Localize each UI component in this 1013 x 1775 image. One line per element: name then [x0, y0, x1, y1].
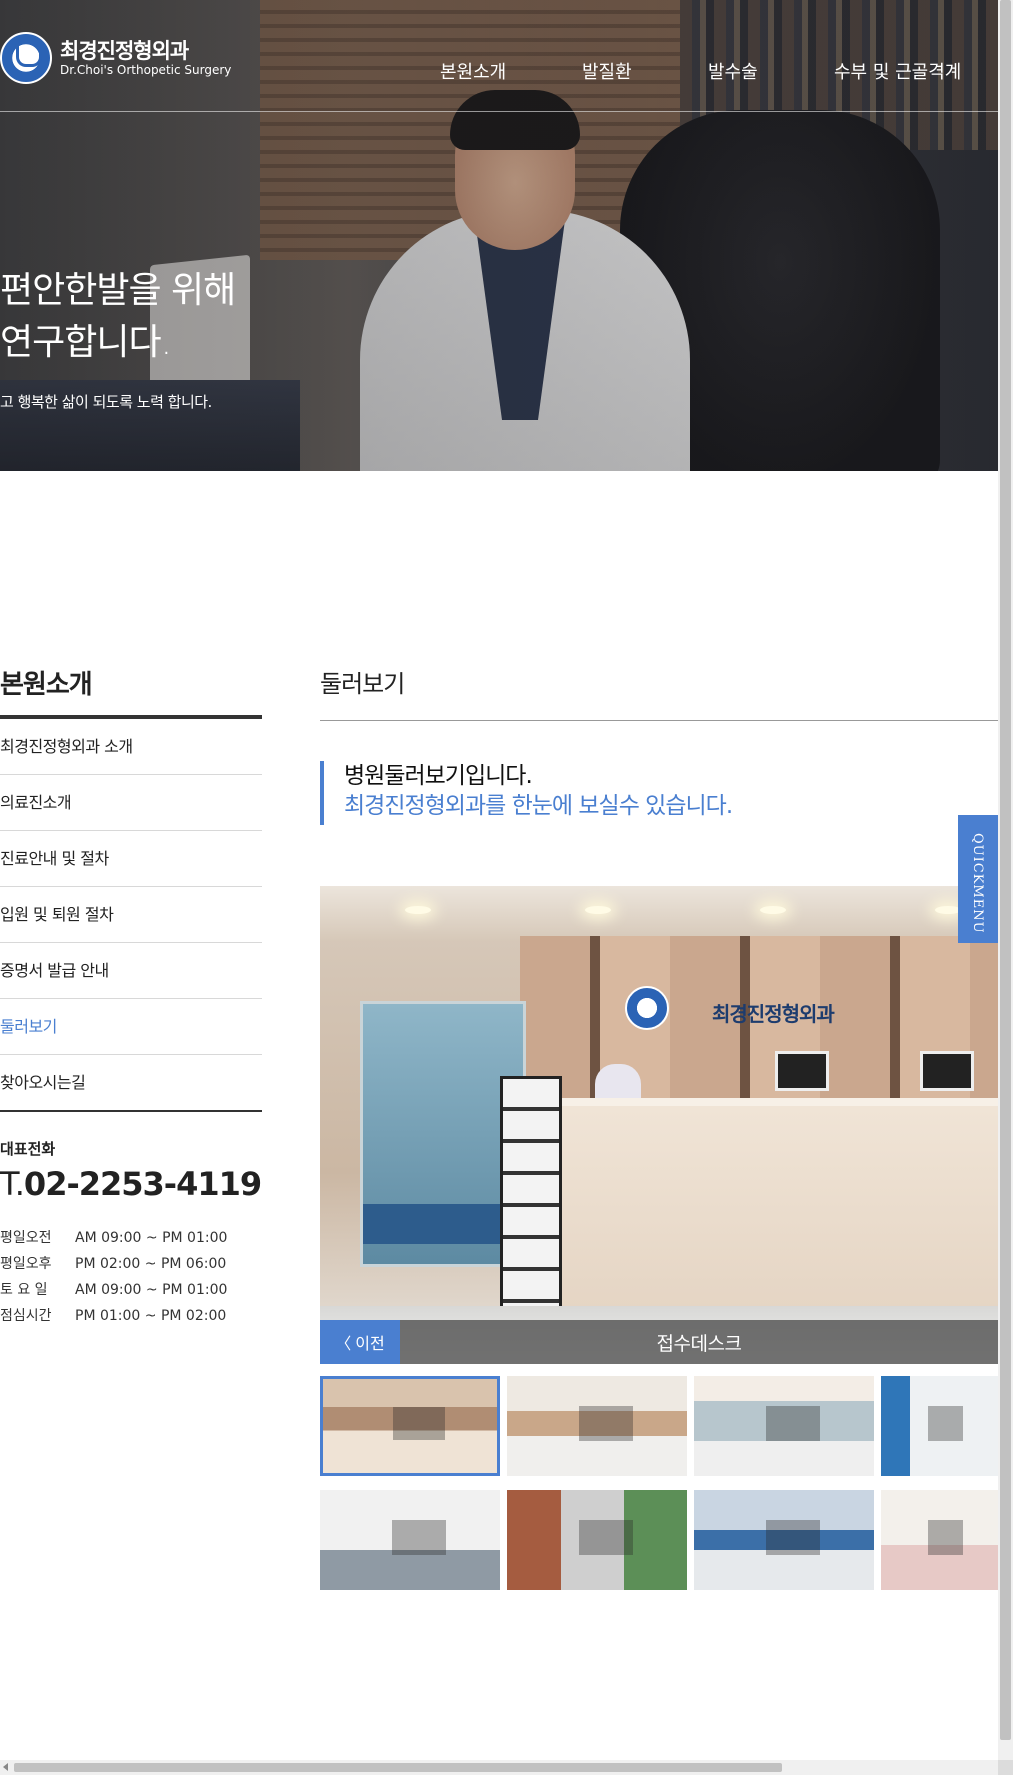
sidebar-item-tour[interactable]: 둘러보기: [0, 999, 262, 1055]
vertical-scrollbar[interactable]: [998, 0, 1013, 1760]
gallery-thumbnail[interactable]: [881, 1490, 998, 1590]
gallery-main-image: 최경진정형외과 〈 이전 접수데스크: [320, 886, 998, 1364]
quickmenu-tab[interactable]: QUICKMENU: [958, 815, 998, 943]
hours-value: AM 09:00 ~ PM 01:00: [75, 1230, 228, 1246]
gallery-thumbnail[interactable]: [694, 1376, 874, 1476]
main-content: 둘러보기 병원둘러보기입니다. 최경진정형외과를 한눈에 보실수 있습니다. 최…: [320, 664, 998, 1590]
sidebar-menu: 최경진정형외과 소개 의료진소개 진료안내 및 절차 입원 및 퇴원 절차 증명…: [0, 719, 262, 1112]
hours-label: 평일오후: [0, 1256, 52, 1272]
sidebar-item-directions[interactable]: 찾아오시는길: [0, 1055, 262, 1110]
nav-item-hand-msk[interactable]: 수부 및 근골격계: [834, 58, 961, 84]
sidebar-title: 본원소개: [0, 664, 262, 719]
gallery-thumbnail[interactable]: [507, 1376, 687, 1476]
hours-row: 토 요 일 AM 09:00 ~ PM 01:00: [0, 1277, 262, 1303]
chevron-left-icon: 〈: [335, 1334, 352, 1353]
hours-row: 점심시간 PM 01:00 ~ PM 02:00: [0, 1303, 262, 1329]
main-nav: 본원소개 발질환 발수술 수부 및 근골격계: [0, 58, 998, 88]
sidebar: 본원소개 최경진정형외과 소개 의료진소개 진료안내 및 절차 입원 및 퇴원 …: [0, 664, 262, 1329]
hours-value: AM 09:00 ~ PM 01:00: [75, 1282, 228, 1298]
hero-banner: 최경진정형외과 Dr.Choi's Orthopetic Surgery 본원소…: [0, 0, 998, 471]
gallery-prev-button[interactable]: 〈 이전: [320, 1320, 400, 1364]
gallery-thumbnails: [320, 1376, 1013, 1590]
intro-block: 병원둘러보기입니다. 최경진정형외과를 한눈에 보실수 있습니다.: [320, 761, 998, 825]
scrollbar-corner: [998, 1760, 1013, 1775]
gallery-thumbnail[interactable]: [694, 1490, 874, 1590]
gallery-caption-bar: 〈 이전 접수데스크: [320, 1320, 998, 1364]
hours-value: PM 01:00 ~ PM 02:00: [75, 1308, 227, 1324]
horizontal-scrollbar[interactable]: [0, 1760, 998, 1775]
hero-copy: 편안한발을 위해 연구합니다. 고 행복한 삶이 되도록 노력 합니다.: [0, 265, 236, 412]
phone-prefix: T.: [0, 1165, 25, 1203]
sidebar-item-doctors[interactable]: 의료진소개: [0, 775, 262, 831]
hero-headline-1: 편안한발을 위해: [0, 270, 236, 311]
page-title: 둘러보기: [320, 664, 998, 721]
phone-label: 대표전화: [0, 1140, 56, 1158]
hours-label: 토 요 일: [0, 1282, 48, 1298]
intro-line-1: 병원둘러보기입니다.: [344, 763, 533, 789]
gallery-thumbnail[interactable]: [881, 1376, 998, 1476]
phone-digits: 02-2253-4119: [23, 1165, 262, 1203]
nav-item-foot-surgery[interactable]: 발수술: [708, 58, 758, 84]
gallery-thumbnail[interactable]: [507, 1490, 687, 1590]
quickmenu-label: QUICKMENU: [970, 833, 985, 934]
hours-label: 평일오전: [0, 1230, 52, 1246]
scroll-left-icon[interactable]: [3, 1763, 8, 1771]
sidebar-item-certificates[interactable]: 증명서 발급 안내: [0, 943, 262, 999]
prev-label: 이전: [355, 1334, 385, 1353]
sidebar-item-admission[interactable]: 입원 및 퇴원 절차: [0, 887, 262, 943]
intro-line-2: 최경진정형외과를 한눈에 보실수 있습니다.: [344, 793, 733, 819]
phone-number: T.02-2253-4119: [0, 1165, 262, 1203]
gallery-thumbnail[interactable]: [320, 1490, 500, 1590]
hours-row: 평일오후 PM 02:00 ~ PM 06:00: [0, 1251, 262, 1277]
gallery-caption: 접수데스크: [656, 1332, 742, 1355]
hours-value: PM 02:00 ~ PM 06:00: [75, 1256, 227, 1272]
nav-item-foot-disease[interactable]: 발질환: [582, 58, 632, 84]
gallery-thumbnail[interactable]: [320, 1376, 500, 1476]
hero-headline-2: 연구합니다.: [0, 322, 172, 363]
header-divider: [0, 111, 998, 112]
hours-row: 평일오전 AM 09:00 ~ PM 01:00: [0, 1225, 262, 1251]
sidebar-item-intro[interactable]: 최경진정형외과 소개: [0, 719, 262, 775]
hours-label: 점심시간: [0, 1308, 52, 1324]
hours-table: 평일오전 AM 09:00 ~ PM 01:00 평일오후 PM 02:00 ~ P…: [0, 1225, 262, 1329]
clinic-sign-emblem-icon: [625, 986, 669, 1030]
sidebar-item-treatment-guide[interactable]: 진료안내 및 절차: [0, 831, 262, 887]
hero-subtext: 고 행복한 삶이 되도록 노력 합니다.: [0, 393, 212, 411]
clinic-sign-text: 최경진정형외과: [712, 1002, 835, 1026]
nav-item-about[interactable]: 본원소개: [440, 58, 506, 84]
